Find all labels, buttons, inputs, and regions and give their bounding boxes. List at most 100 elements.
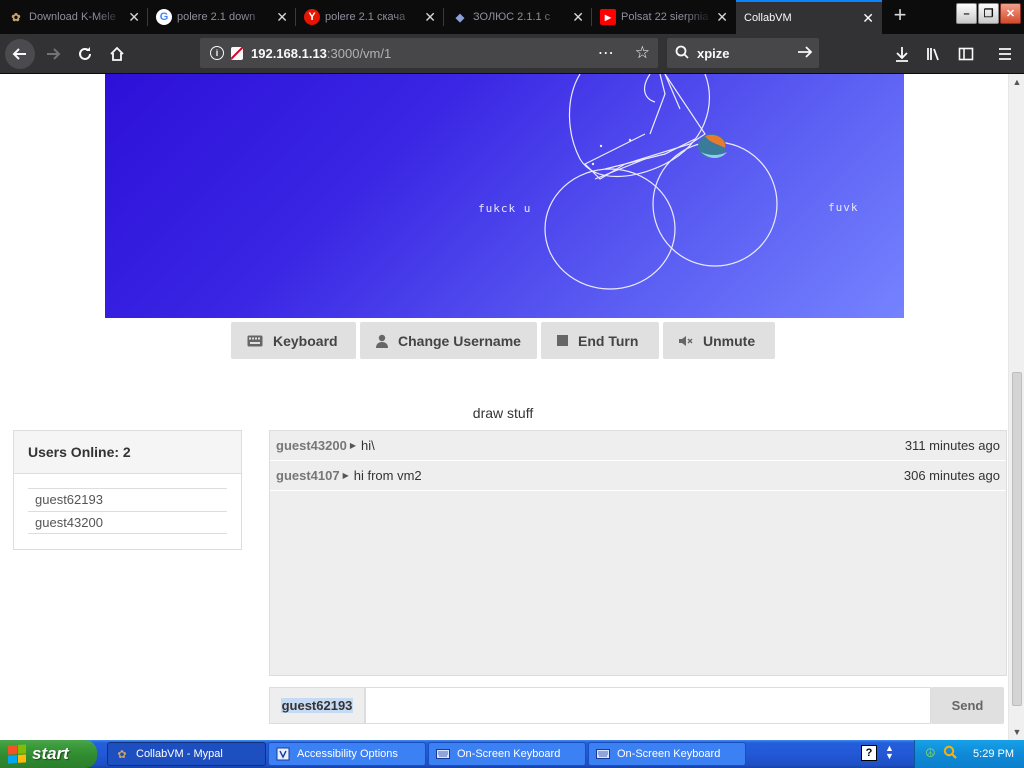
chat-input[interactable]: [365, 687, 931, 724]
close-tab-icon[interactable]: ✕: [128, 9, 140, 26]
scroll-up-icon[interactable]: ▲: [1009, 74, 1024, 90]
windows-logo-icon: [8, 744, 26, 764]
close-window-button[interactable]: ✕: [1000, 3, 1021, 24]
muted-speaker-icon: [679, 335, 693, 347]
start-label: start: [32, 744, 69, 763]
kmeleon-icon: ✿: [11, 11, 21, 24]
close-tab-icon[interactable]: ✕: [276, 9, 288, 26]
bookmark-star-icon[interactable]: ☆: [635, 43, 650, 63]
tab-title: Download K-Mele: [29, 11, 116, 23]
chat-message-time: 306 minutes ago: [903, 468, 1000, 483]
sidebar-icon: [958, 47, 974, 61]
diamond-site-icon: ◆: [455, 11, 465, 24]
scroll-down-icon[interactable]: ▼: [1009, 724, 1024, 740]
chat-message-user: guest43200: [276, 438, 347, 453]
search-icon: [675, 45, 689, 62]
search-text: xpize: [697, 45, 730, 61]
hamburger-menu-icon: [999, 48, 1011, 60]
browser-toolbar: i 192.168.1.13:3000/vm/1 ⋯ ☆ xpize: [0, 34, 1024, 74]
reload-icon: [79, 47, 91, 60]
url-host: 192.168.1.13: [251, 45, 327, 61]
task-on-screen-keyboard[interactable]: On-Screen Keyboard: [588, 742, 746, 766]
url-path: :3000/vm/1: [326, 45, 392, 61]
google-icon: G: [156, 9, 172, 25]
unmute-label: Unmute: [703, 332, 756, 349]
network-icon[interactable]: ☮: [925, 746, 936, 760]
tab-yandex-search[interactable]: Y polere 2.1 скача ✕: [296, 0, 444, 34]
yandex-icon: Y: [304, 9, 320, 25]
menu-button[interactable]: [990, 39, 1020, 69]
close-tab-icon[interactable]: ✕: [424, 9, 436, 26]
tab-title: polere 2.1 down: [177, 11, 256, 23]
end-turn-label: End Turn: [578, 332, 639, 349]
user-list-item[interactable]: guest43200: [28, 511, 227, 534]
help-icon[interactable]: ?: [861, 745, 877, 761]
search-bar[interactable]: xpize: [667, 38, 819, 68]
user-list-item[interactable]: guest62193: [28, 488, 227, 511]
new-tab-button[interactable]: +: [888, 4, 912, 28]
vm-control-buttons: Keyboard Change Username End Turn Unmute: [231, 322, 775, 359]
task-label: On-Screen Keyboard: [457, 748, 561, 760]
tab-site[interactable]: ◆ ЗОЛЮС 2.1.1 с ✕: [444, 0, 592, 34]
chat-message-text: hi from vm2: [353, 468, 422, 483]
change-username-button[interactable]: Change Username: [360, 322, 537, 359]
user-icon: [376, 334, 388, 348]
vm-display[interactable]: fukck u fuvk: [105, 74, 904, 318]
system-tray: ☮ 5:29 PM: [914, 740, 1024, 768]
youtube-icon: ▶: [600, 9, 616, 25]
downloads-button[interactable]: [887, 39, 917, 69]
address-bar[interactable]: i 192.168.1.13:3000/vm/1 ⋯ ☆: [200, 38, 658, 68]
triangle-right-icon: ▶: [342, 471, 349, 480]
accessibility-icon: [275, 746, 291, 762]
minimize-window-button[interactable]: –: [956, 3, 977, 24]
task-label: CollabVM - Mypal: [136, 748, 223, 760]
info-icon[interactable]: i: [210, 46, 224, 60]
chat-input-row: guest62193 Send: [269, 687, 1005, 724]
chat-username-text: guest62193: [280, 698, 354, 713]
insecure-lock-icon[interactable]: [230, 46, 244, 60]
close-tab-icon[interactable]: ✕: [716, 9, 728, 26]
keyboard-button[interactable]: Keyboard: [231, 322, 356, 359]
restore-window-button[interactable]: ❐: [978, 3, 999, 24]
end-turn-button[interactable]: End Turn: [541, 322, 659, 359]
page-scrollbar[interactable]: ▲ ▼: [1008, 74, 1024, 740]
chat-message: guest4107 ▶ hi from vm2 306 minutes ago: [270, 461, 1006, 491]
task-on-screen-keyboard[interactable]: On-Screen Keyboard: [428, 742, 586, 766]
task-label: On-Screen Keyboard: [617, 748, 721, 760]
tab-title: polere 2.1 скача: [325, 11, 406, 23]
users-list: guest62193 guest43200: [28, 488, 227, 534]
back-button[interactable]: [5, 39, 35, 69]
tab-collabvm[interactable]: CollabVM ✕: [736, 0, 882, 34]
motd-text: draw stuff: [472, 405, 534, 421]
vm-screen-text: fukck u: [478, 202, 532, 215]
close-tab-icon[interactable]: ✕: [572, 9, 584, 26]
start-button[interactable]: start: [0, 740, 97, 768]
page-actions-icon[interactable]: ⋯: [598, 43, 615, 63]
tab-google-search[interactable]: G polere 2.1 down ✕: [148, 0, 296, 34]
up-down-arrows-icon[interactable]: ▲ ▼: [885, 744, 894, 761]
forward-button[interactable]: [38, 39, 68, 69]
tab-title: Polsat 22 sierpnia: [621, 11, 709, 23]
task-collabvm-mypal[interactable]: ✿ CollabVM - Mypal: [107, 742, 266, 766]
browser-tab-strip: ✿ Download K-Mele ✕ G polere 2.1 down ✕ …: [0, 0, 1024, 34]
unmute-button[interactable]: Unmute: [663, 322, 775, 359]
task-accessibility-options[interactable]: Accessibility Options: [268, 742, 426, 766]
message-of-the-day: draw stuff: [0, 405, 1008, 421]
page-content: fukck u fuvk Keyboard Change Username En…: [0, 74, 1008, 740]
home-button[interactable]: [102, 39, 132, 69]
send-button[interactable]: Send: [931, 687, 1004, 724]
keyboard-icon: [247, 335, 263, 347]
close-tab-icon[interactable]: ✕: [862, 10, 874, 27]
change-username-label: Change Username: [398, 332, 521, 349]
task-label: Accessibility Options: [297, 748, 398, 760]
tab-download-kmeleon[interactable]: ✿ Download K-Mele ✕: [0, 0, 148, 34]
go-arrow-icon[interactable]: [797, 45, 813, 62]
magnifier-icon[interactable]: [943, 745, 957, 762]
vm-drawing: [544, 74, 778, 290]
reload-button[interactable]: [70, 39, 100, 69]
sidebar-button[interactable]: [951, 39, 981, 69]
library-button[interactable]: [919, 39, 949, 69]
tab-youtube[interactable]: ▶ Polsat 22 sierpnia ✕: [592, 0, 736, 34]
scrollbar-thumb[interactable]: [1012, 372, 1022, 706]
mypal-icon: ✿: [117, 748, 127, 761]
